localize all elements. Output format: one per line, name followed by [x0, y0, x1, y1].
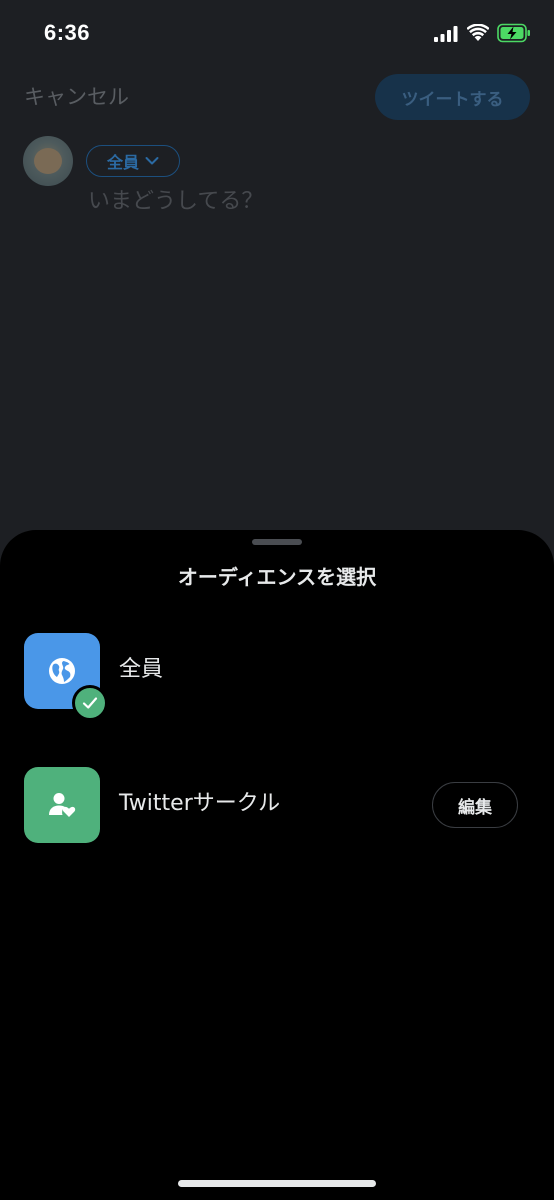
status-bar: 6:36	[0, 0, 554, 70]
person-heart-icon	[49, 793, 76, 817]
battery-charging-icon	[497, 23, 530, 43]
tweet-button[interactable]: ツイートする	[375, 74, 530, 120]
audience-sheet: オーディエンスを選択 全員 Twitterサークル 編集	[0, 530, 554, 1200]
cancel-button[interactable]: キャンセル	[24, 84, 129, 110]
tweet-text-input[interactable]: いまどうしてる？	[88, 188, 263, 216]
home-indicator[interactable]	[178, 1180, 376, 1187]
sheet-drag-handle[interactable]	[252, 539, 302, 545]
audience-option-everyone[interactable]: 全員	[0, 633, 554, 721]
selected-check-badge	[72, 685, 108, 721]
avatar-image	[34, 148, 62, 174]
signal-icon	[434, 26, 458, 42]
check-icon	[82, 697, 98, 709]
avatar[interactable]	[23, 136, 73, 186]
status-time: 6:36	[44, 20, 91, 45]
audience-chip-label: 全員	[106, 153, 139, 172]
edit-button[interactable]: 編集	[432, 782, 518, 828]
sheet-title: オーディエンスを選択	[177, 565, 377, 589]
option-label: 全員	[119, 657, 164, 682]
audience-option-twitter-circle[interactable]: Twitterサークル 編集	[0, 767, 554, 847]
wifi-icon	[467, 24, 489, 41]
option-label: Twitterサークル	[119, 791, 281, 816]
audience-chip[interactable]: 全員	[86, 145, 180, 177]
globe-icon	[49, 658, 75, 684]
option-icon-container	[24, 767, 100, 843]
chevron-down-icon	[145, 157, 159, 165]
screen: 6:36 キャンセル ツイートする 全員 いまどうしてる？ オーディエンスを選択…	[0, 0, 554, 1200]
